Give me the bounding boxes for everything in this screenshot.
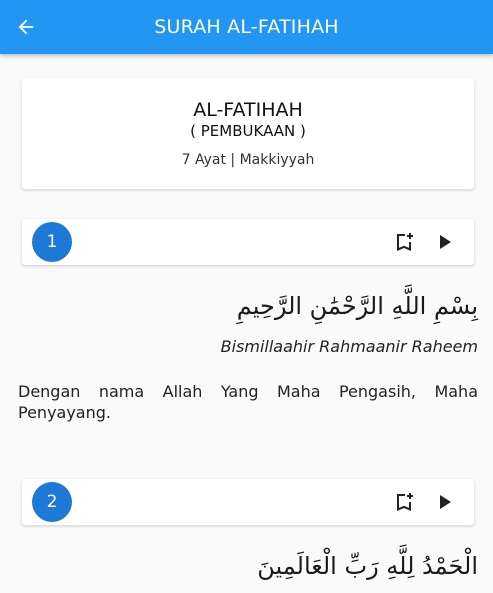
ayah-header-2: 2 [22,479,474,525]
app-bar: SURAH AL-FATIHAH [0,0,493,54]
ayah-translation: Dengan nama Allah Yang Maha Pengasih, Ma… [18,382,478,422]
ayah-transliteration: Bismillaahir Rahmaanir Raheem [220,337,478,356]
play-icon [440,235,451,249]
bookmark-add-icon [397,233,413,251]
ayah-arabic-text: بِسْمِ اللَّهِ الرَّحْمَٰنِ الرَّحِيمِ [236,292,478,320]
surah-meaning: ( PEMBUKAAN ) [190,122,306,140]
page-title: SURAH AL-FATIHAH [154,16,339,38]
ayah-header-1: 1 [22,219,474,265]
play-button[interactable] [432,230,456,254]
ayah-number-badge: 1 [32,222,72,262]
ayah-arabic-text: الْحَمْدُ لِلَّهِ رَبِّ الْعَالَمِينَ [257,552,478,580]
bookmark-button[interactable] [392,490,416,514]
surah-info-card: AL-FATIHAH ( PEMBUKAAN ) 7 Ayat | Makkiy… [22,78,474,189]
surah-meta: 7 Ayat | Makkiyyah [181,152,315,168]
bookmark-button[interactable] [392,230,416,254]
play-button[interactable] [432,490,456,514]
bookmark-add-icon [397,493,413,511]
surah-name: AL-FATIHAH [193,99,303,121]
ayah-number-badge: 2 [32,482,72,522]
play-icon [440,495,451,509]
